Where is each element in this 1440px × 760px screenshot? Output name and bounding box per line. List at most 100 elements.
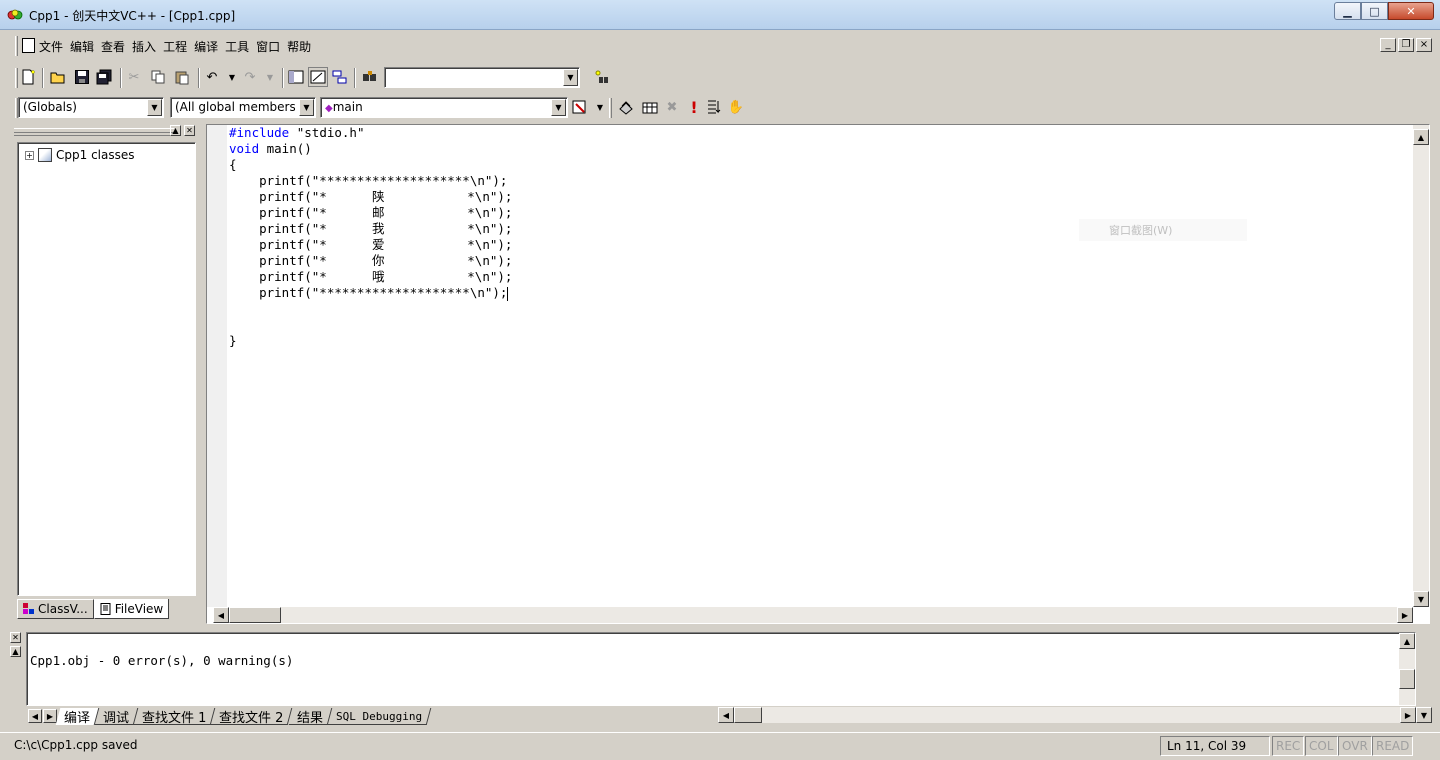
workspace-pin-icon[interactable]: ▲ bbox=[170, 125, 181, 136]
new-file-icon[interactable] bbox=[18, 67, 38, 87]
buildbar-grip[interactable] bbox=[609, 98, 612, 118]
go-debug-icon[interactable] bbox=[704, 97, 724, 117]
output-horizontal-scrollbar[interactable]: ◀ ▶ bbox=[718, 707, 1416, 723]
menu-item-0[interactable]: 文件 bbox=[36, 38, 66, 55]
scroll-down-icon[interactable]: ▼ bbox=[1416, 707, 1432, 723]
open-folder-icon[interactable] bbox=[48, 67, 68, 87]
tab-label: FileView bbox=[114, 601, 164, 616]
scroll-right-icon[interactable]: ▶ bbox=[1400, 707, 1416, 723]
window-list-icon[interactable] bbox=[330, 67, 350, 87]
code-text[interactable]: #include "stdio.h" void main(){ printf("*… bbox=[229, 125, 512, 349]
mdi-minimize-button[interactable]: _ bbox=[1380, 38, 1396, 52]
function-combo-value: main bbox=[332, 100, 363, 114]
cut-icon[interactable]: ✂ bbox=[124, 67, 144, 87]
tree-item-cpp1-classes[interactable]: + Cpp1 classes bbox=[25, 148, 135, 162]
scroll-left-icon[interactable]: ◀ bbox=[718, 707, 734, 723]
close-button[interactable]: ✕ bbox=[1388, 2, 1434, 20]
scroll-up-icon[interactable]: ▲ bbox=[1413, 129, 1429, 145]
output-tab-1[interactable]: 调试 bbox=[94, 707, 139, 725]
output-tab-2[interactable]: 查找文件 1 bbox=[133, 707, 216, 725]
copy-icon[interactable] bbox=[148, 67, 168, 87]
paste-icon[interactable] bbox=[172, 67, 192, 87]
code-line: } bbox=[229, 333, 512, 349]
execute-icon[interactable]: ! bbox=[684, 97, 704, 117]
rec-indicator: REC bbox=[1272, 736, 1305, 756]
scroll-up-icon[interactable]: ▲ bbox=[1399, 633, 1415, 649]
find-in-files-icon[interactable] bbox=[360, 67, 380, 87]
scroll-down-icon[interactable]: ▼ bbox=[1413, 591, 1429, 607]
editor-horizontal-scrollbar[interactable]: ◀ ▶ bbox=[213, 607, 1413, 623]
editor-vertical-scrollbar[interactable]: ▲ ▼ bbox=[1413, 125, 1429, 607]
code-line: printf("********************\n"); bbox=[229, 285, 512, 301]
code-line: #include "stdio.h" bbox=[229, 125, 512, 141]
menubar-grip[interactable] bbox=[15, 36, 18, 56]
menu-item-7[interactable]: 窗口 bbox=[253, 38, 283, 55]
output-tab-0[interactable]: 编译 bbox=[55, 707, 100, 726]
code-text-segment: printf("* 陕 *\n"); bbox=[229, 189, 513, 204]
maximize-button[interactable]: □ bbox=[1361, 2, 1388, 20]
chevron-down-icon[interactable]: ▼ bbox=[563, 69, 578, 86]
save-all-icon[interactable] bbox=[94, 67, 114, 87]
output-panel: ✕ ▲ Cpp1.obj - 0 error(s), 0 warning(s) … bbox=[8, 630, 1434, 726]
find-wizard-icon[interactable] bbox=[592, 67, 612, 87]
chevron-down-icon[interactable]: ▼ bbox=[147, 99, 162, 116]
menu-item-2[interactable]: 查看 bbox=[98, 38, 128, 55]
undo-dropdown-icon[interactable]: ▼ bbox=[222, 67, 242, 87]
output-tab-4[interactable]: 结果 bbox=[288, 707, 333, 725]
find-combo[interactable]: ▼ bbox=[384, 67, 580, 88]
workspace-close-icon[interactable]: ✕ bbox=[184, 125, 195, 136]
compile-icon[interactable] bbox=[616, 97, 636, 117]
menu-item-6[interactable]: 工具 bbox=[222, 38, 252, 55]
redo-dropdown-icon[interactable]: ▼ bbox=[260, 67, 280, 87]
workspace-window-icon[interactable] bbox=[286, 67, 306, 87]
output-window-icon[interactable] bbox=[308, 67, 328, 87]
breakpoint-hand-icon[interactable]: ✋ bbox=[726, 97, 746, 117]
output-close-icon[interactable]: ✕ bbox=[10, 632, 21, 643]
code-text-segment: main() bbox=[259, 141, 312, 156]
output-text-area[interactable]: Cpp1.obj - 0 error(s), 0 warning(s) ▲ bbox=[26, 632, 1416, 706]
menu-item-3[interactable]: 插入 bbox=[129, 38, 159, 55]
class-tree[interactable]: + Cpp1 classes bbox=[17, 142, 196, 596]
menu-item-4[interactable]: 工程 bbox=[160, 38, 190, 55]
scroll-thumb[interactable] bbox=[734, 707, 762, 723]
code-line: void main() bbox=[229, 141, 512, 157]
function-combo[interactable]: ◆main ▼ bbox=[320, 97, 568, 118]
menu-item-1[interactable]: 编辑 bbox=[67, 38, 97, 55]
minimize-button[interactable]: ▁ bbox=[1334, 2, 1361, 20]
tab-scroll-right-icon[interactable]: ▶ bbox=[43, 709, 57, 723]
output-pin-icon[interactable]: ▲ bbox=[10, 646, 21, 657]
build-icon[interactable] bbox=[640, 97, 660, 117]
chevron-down-icon[interactable]: ▼ bbox=[551, 99, 566, 116]
code-line: printf("* 陕 *\n"); bbox=[229, 189, 512, 205]
redo-icon[interactable]: ↷ bbox=[240, 67, 260, 87]
scroll-thumb[interactable] bbox=[1399, 669, 1415, 689]
mdi-close-button[interactable]: × bbox=[1416, 38, 1432, 52]
menu-item-5[interactable]: 编译 bbox=[191, 38, 221, 55]
output-vertical-scrollbar[interactable]: ▲ bbox=[1399, 633, 1415, 705]
tab-scroll-left-icon[interactable]: ◀ bbox=[28, 709, 42, 723]
scroll-right-icon[interactable]: ▶ bbox=[1397, 607, 1413, 623]
code-editor[interactable]: #include "stdio.h" void main(){ printf("*… bbox=[206, 124, 1430, 624]
undo-icon[interactable]: ↶ bbox=[202, 67, 222, 87]
output-tab-3[interactable]: 查找文件 2 bbox=[211, 707, 294, 725]
tab-label: ClassV... bbox=[38, 602, 88, 616]
globals-combo[interactable]: (Globals) ▼ bbox=[18, 97, 164, 118]
tab-fileview[interactable]: FileView bbox=[93, 599, 170, 619]
ovr-indicator: OVR bbox=[1338, 736, 1372, 756]
cursor-position: Ln 11, Col 39 bbox=[1160, 736, 1270, 756]
mdi-restore-button[interactable]: ❐ bbox=[1398, 38, 1414, 52]
expand-icon[interactable]: + bbox=[25, 150, 34, 160]
document-icon[interactable] bbox=[22, 38, 35, 53]
members-combo[interactable]: (All global members ▼ bbox=[170, 97, 316, 118]
save-icon[interactable] bbox=[72, 67, 92, 87]
menu-item-8[interactable]: 帮助 bbox=[284, 38, 314, 55]
wizard-action-icon[interactable] bbox=[570, 97, 590, 117]
stop-build-icon[interactable]: ✖ bbox=[662, 97, 682, 117]
menu-bar: 文件 编辑 查看 插入 工程 编译 工具 窗口 帮助 _ ❐ × bbox=[12, 34, 1436, 58]
scroll-thumb[interactable] bbox=[229, 607, 281, 623]
chevron-down-icon[interactable]: ▼ bbox=[299, 99, 314, 116]
scroll-left-icon[interactable]: ◀ bbox=[213, 607, 229, 623]
tab-classview[interactable]: ClassV... bbox=[17, 599, 94, 619]
code-text-segment: printf("* 哦 *\n"); bbox=[229, 269, 513, 284]
output-tab-5[interactable]: SQL Debugging bbox=[327, 707, 432, 725]
